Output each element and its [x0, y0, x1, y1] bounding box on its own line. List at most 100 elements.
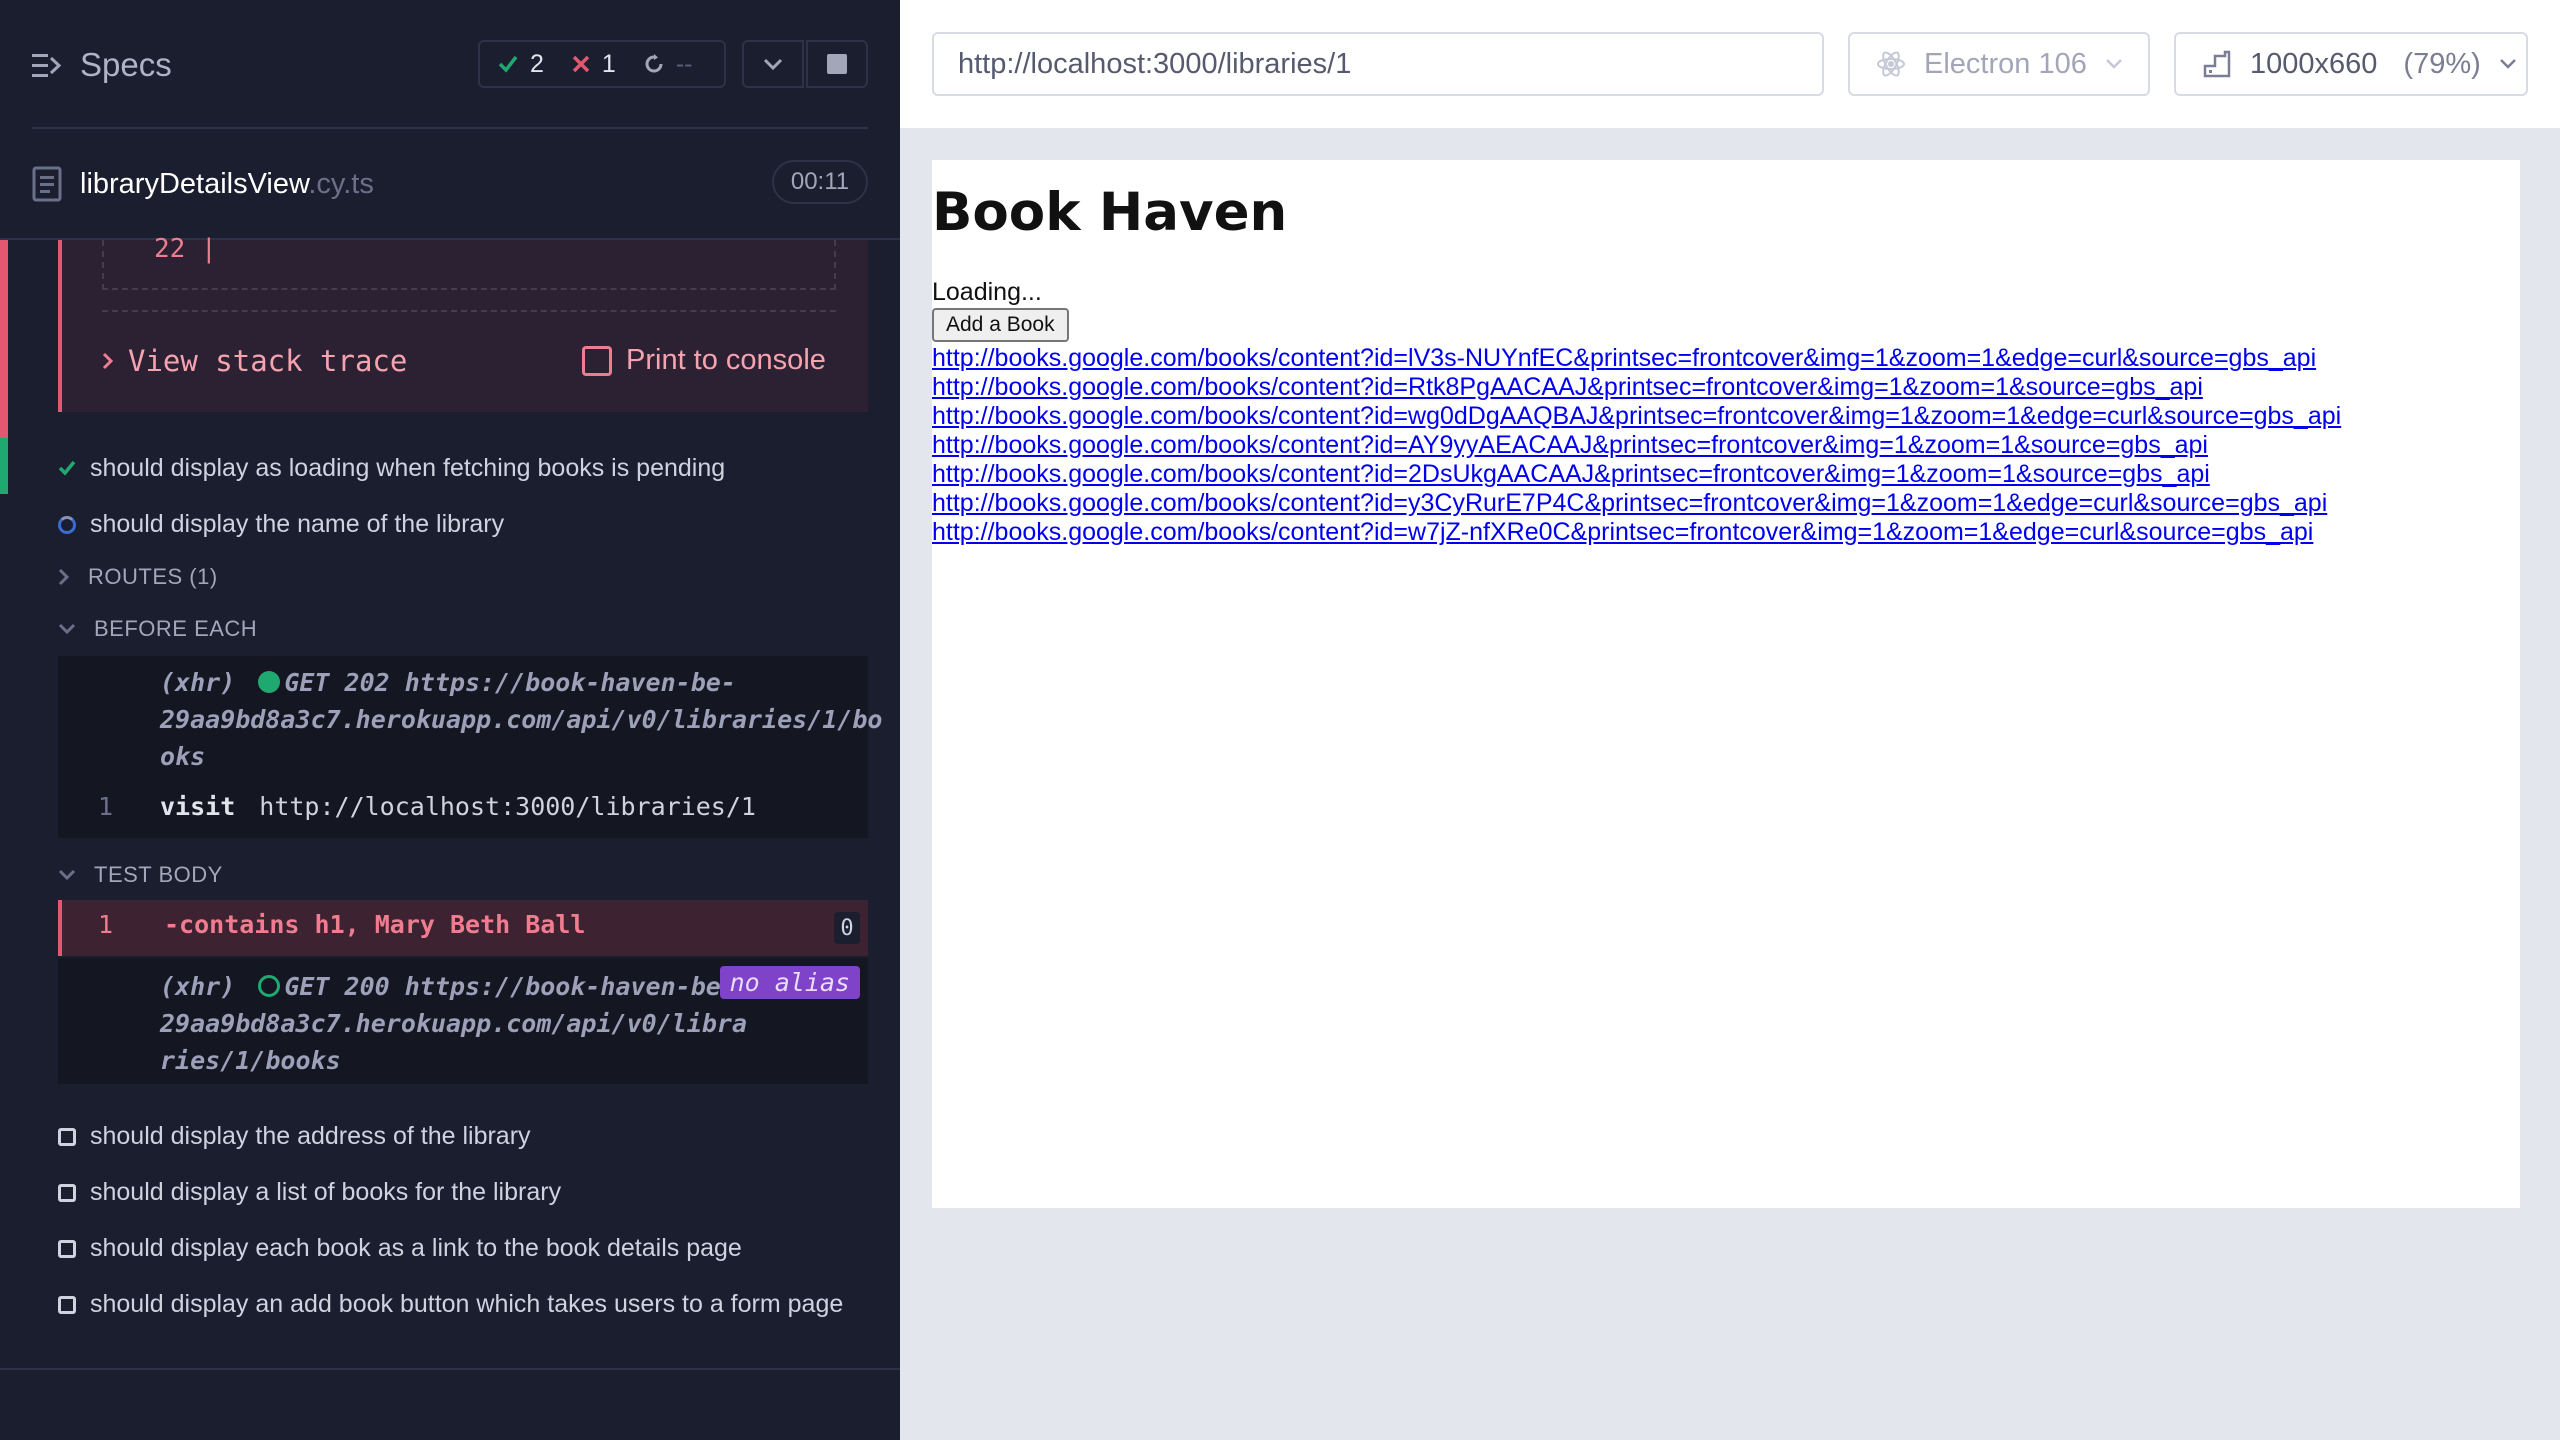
pending-checkbox-icon	[58, 1128, 76, 1146]
viewport-scale: (79%)	[2403, 47, 2481, 80]
test-title: should display as loading when fetching …	[90, 454, 726, 482]
xhr-line: GET 202 https://book-haven-be-	[284, 668, 736, 697]
document-icon	[32, 166, 62, 202]
book-link[interactable]: http://books.google.com/books/content?id…	[932, 344, 2316, 373]
test-title: should display each book as a link to th…	[90, 1234, 742, 1262]
app-under-test-panel: http://localhost:3000/libraries/1 Electr…	[900, 0, 2560, 1440]
divider	[0, 1368, 900, 1370]
book-link[interactable]: http://books.google.com/books/content?id…	[932, 489, 2327, 518]
test-title: should display a list of books for the l…	[90, 1178, 562, 1206]
visit-command[interactable]: visit http://localhost:3000/libraries/1	[160, 792, 756, 821]
pending-checkbox-icon	[58, 1184, 76, 1202]
before-each-section-toggle[interactable]: BEFORE EACH	[58, 616, 257, 642]
viewport-size: 1000x660	[2250, 47, 2378, 80]
view-stack-trace-label: View stack trace	[128, 344, 408, 378]
stop-button[interactable]	[806, 40, 868, 88]
pending-checkbox-icon	[58, 1240, 76, 1258]
reporter-panel: Specs 2 1 -- libraryDetailsView.cy.ts 00…	[0, 0, 900, 1440]
code-frame: 22 |	[102, 234, 836, 290]
spec-file-basename: libraryDetailsView	[80, 168, 309, 200]
stop-icon	[827, 54, 847, 74]
before-each-commands: (xhr) GET 202 https://book-haven-be- 29a…	[58, 656, 882, 838]
book-link[interactable]: http://books.google.com/books/content?id…	[932, 431, 2208, 460]
spec-file-ext: .cy.ts	[308, 168, 374, 200]
passed-indicator-bar	[0, 438, 8, 494]
page-title: Book Haven	[932, 182, 1288, 243]
passed-count: 2	[530, 49, 544, 78]
specs-title[interactable]: Specs	[80, 46, 172, 84]
divider	[32, 127, 868, 129]
error-panel: 22 | View stack trace Print to console	[58, 234, 868, 412]
chevron-down-icon	[2499, 59, 2516, 69]
url-bar[interactable]: http://localhost:3000/libraries/1	[932, 32, 1824, 96]
spec-header: libraryDetailsView.cy.ts 00:11	[0, 150, 900, 240]
xhr-status-dot-icon	[258, 671, 281, 693]
xhr-line: GET 200 https://book-haven-be-	[284, 972, 736, 1001]
test-title: should display an add book button which …	[90, 1290, 844, 1318]
command-number: 1	[98, 792, 114, 821]
failed-count: 1	[601, 49, 616, 78]
failed-stat: 1	[572, 50, 616, 79]
loading-text: Loading...	[932, 278, 1042, 306]
reporter-header: Specs 2 1 --	[0, 0, 900, 129]
visit-cmd-url: http://localhost:3000/libraries/1	[259, 792, 756, 821]
specs-list-icon[interactable]	[32, 52, 62, 80]
code-frame-line: 22 |	[154, 234, 217, 264]
chevron-down-icon	[763, 58, 783, 70]
xhr-status-dot-icon	[258, 975, 281, 997]
test-stats: 2 1 --	[478, 40, 726, 88]
divider	[102, 310, 836, 312]
xhr-line: 29aa9bd8a3c7.herokuapp.com/api/v0/libra	[160, 1009, 747, 1038]
check-icon	[58, 460, 76, 476]
failed-indicator-bar	[0, 240, 8, 438]
chevron-right-icon	[58, 568, 70, 586]
electron-icon	[1877, 51, 1905, 77]
print-to-console-label: Print to console	[626, 344, 826, 376]
pending-count: --	[675, 49, 693, 78]
chevron-right-icon	[102, 352, 114, 370]
add-book-button[interactable]: Add a Book	[932, 308, 1069, 342]
book-link[interactable]: http://books.google.com/books/content?id…	[932, 402, 2341, 431]
browser-selector[interactable]: Electron 106	[1848, 32, 2150, 96]
xhr-command[interactable]: (xhr) GET 202 https://book-haven-be- 29a…	[160, 664, 882, 775]
routes-section-toggle[interactable]: ROUTES (1)	[58, 564, 218, 590]
command-number: 1	[98, 910, 114, 939]
running-spinner-icon	[58, 516, 76, 534]
contains-command: -contains h1, Mary Beth Ball	[164, 910, 586, 939]
chevron-down-icon	[58, 623, 76, 635]
x-icon	[572, 55, 590, 73]
xhr-prefix: (xhr)	[160, 972, 236, 1001]
book-link[interactable]: http://books.google.com/books/content?id…	[932, 373, 2203, 402]
passed-stat: 2	[498, 50, 544, 79]
aut-iframe: Book Haven Loading... Add a Book http://…	[932, 160, 2520, 1208]
routes-label: ROUTES (1)	[88, 564, 218, 589]
xhr-line: 29aa9bd8a3c7.herokuapp.com/api/v0/librar…	[160, 705, 883, 734]
viewport-selector[interactable]: 1000x660 (79%)	[2174, 32, 2528, 96]
ruler-icon	[2203, 50, 2231, 78]
test-title: should display the address of the librar…	[90, 1122, 531, 1150]
xhr-line: ries/1/books	[160, 1046, 341, 1075]
alias-badge: no alias	[719, 966, 860, 999]
collapse-button[interactable]	[742, 40, 804, 88]
browser-name: Electron 106	[1924, 47, 2087, 80]
failed-command[interactable]: 1 -contains h1, Mary Beth Ball 0	[58, 900, 868, 956]
xhr-prefix: (xhr)	[160, 668, 236, 697]
check-icon	[498, 55, 518, 73]
pending-checkbox-icon	[58, 1296, 76, 1314]
aut-toolbar: http://localhost:3000/libraries/1 Electr…	[900, 0, 2560, 128]
refresh-icon	[645, 54, 663, 73]
spec-duration: 00:11	[772, 160, 868, 204]
spec-file-name[interactable]: libraryDetailsView.cy.ts	[80, 168, 374, 201]
pending-stat: --	[644, 49, 693, 79]
visit-cmd-name: visit	[160, 792, 236, 821]
test-body-section-toggle[interactable]: TEST BODY	[58, 862, 223, 888]
terminal-icon	[582, 345, 612, 376]
test-title: should display the name of the library	[90, 510, 505, 538]
print-to-console-button[interactable]: Print to console	[582, 344, 826, 377]
before-each-label: BEFORE EACH	[94, 616, 258, 641]
book-link[interactable]: http://books.google.com/books/content?id…	[932, 460, 2210, 489]
test-body-commands: (xhr) GET 200 https://book-haven-be- 29a…	[58, 958, 868, 1084]
element-count-badge: 0	[834, 912, 860, 944]
view-stack-trace-button[interactable]: View stack trace	[102, 344, 407, 378]
book-link[interactable]: http://books.google.com/books/content?id…	[932, 518, 2313, 547]
